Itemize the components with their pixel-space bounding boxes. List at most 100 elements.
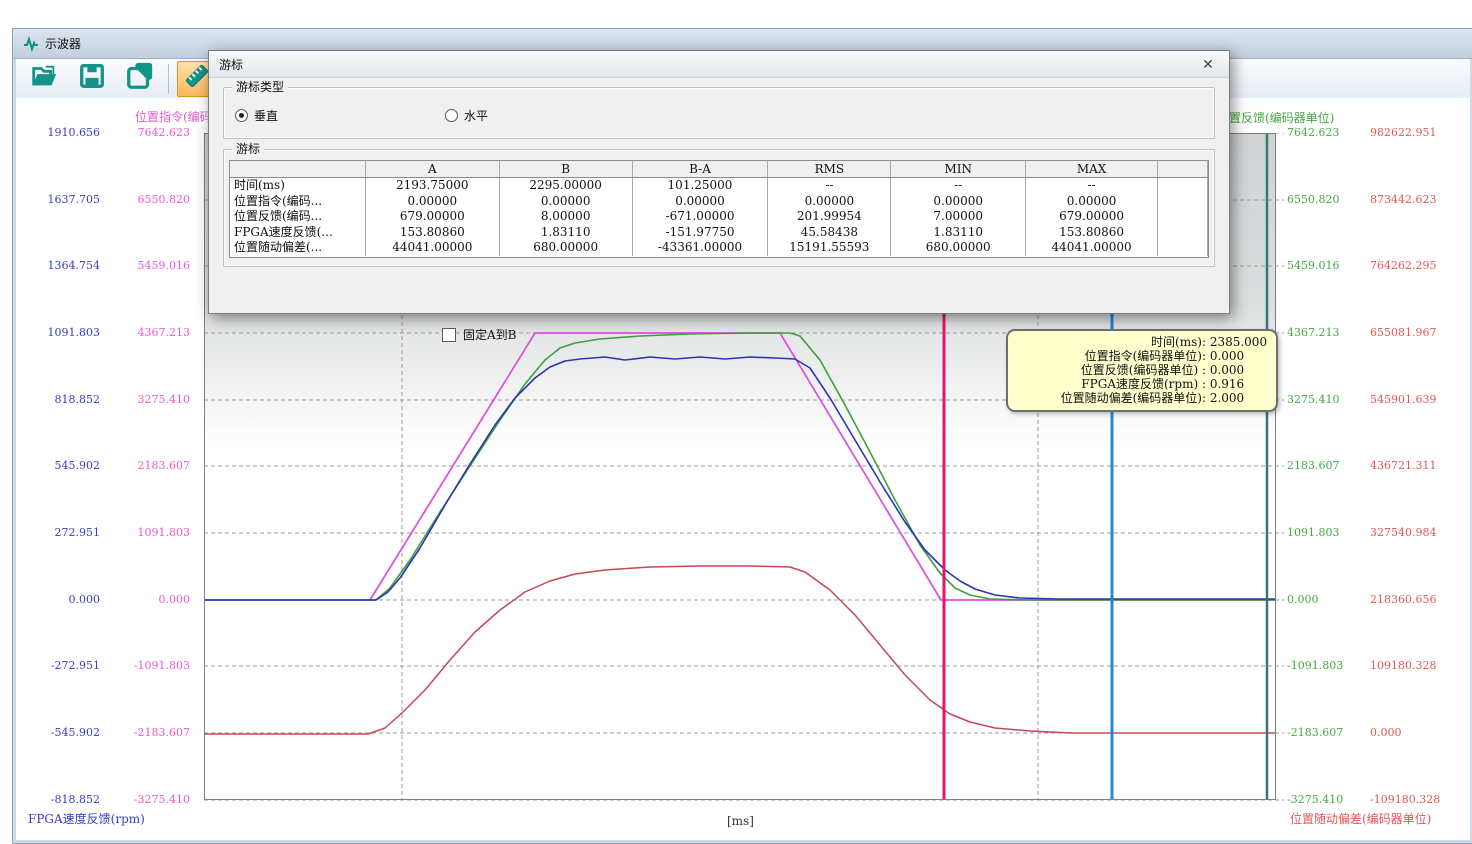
window-title: 示波器 bbox=[45, 35, 81, 52]
table-cell: -- bbox=[768, 178, 891, 194]
tooltip-label: 时间(ms): bbox=[1014, 335, 1206, 349]
table-cell bbox=[1158, 225, 1208, 241]
app-icon bbox=[23, 36, 39, 52]
table-cell bbox=[1158, 194, 1208, 210]
table-cell: 0.00000 bbox=[768, 194, 891, 210]
table-row: 时间(ms)2193.750002295.00000101.25000-----… bbox=[230, 178, 1208, 194]
dialog-title: 游标 bbox=[219, 56, 243, 73]
cursor-type-groupbox: 游标类型 垂直 水平 bbox=[223, 87, 1215, 139]
table-cell: 679.00000 bbox=[1026, 209, 1158, 225]
table-header-cell: RMS bbox=[768, 161, 891, 178]
tick-pos-cmd: 1091.803 bbox=[108, 526, 190, 540]
table-header-cell: B bbox=[500, 161, 633, 178]
tick-pos-err: 655081.967 bbox=[1370, 326, 1465, 340]
radio-vertical[interactable]: 垂直 bbox=[235, 107, 278, 124]
cursor-group-label: 游标 bbox=[232, 142, 264, 157]
table-cell: 201.99954 bbox=[768, 209, 891, 225]
dialog-close-button[interactable]: ✕ bbox=[1197, 54, 1219, 74]
table-cell: -- bbox=[1026, 178, 1158, 194]
table-cell: 101.25000 bbox=[633, 178, 769, 194]
table-cell: 7.00000 bbox=[891, 209, 1026, 225]
tick-pos-cmd: 3275.410 bbox=[108, 393, 190, 407]
tick-fpga-speed: 0.000 bbox=[20, 593, 100, 607]
table-cell: -43361.00000 bbox=[633, 240, 769, 256]
tick-pos-err: 0.000 bbox=[1370, 726, 1465, 740]
table-cell bbox=[1158, 209, 1208, 225]
toolbar-separator bbox=[168, 64, 169, 94]
table-cell: FPGA速度反馈(... bbox=[230, 225, 366, 241]
tick-pos-fb: 0.000 bbox=[1287, 593, 1369, 607]
table-header-cell: MAX bbox=[1026, 161, 1158, 178]
checkbox-label: 固定A到B bbox=[463, 326, 517, 343]
tick-pos-fb: 1091.803 bbox=[1287, 526, 1369, 540]
fix-a-to-b-checkbox[interactable]: 固定A到B bbox=[442, 326, 517, 343]
tooltip-row: 时间(ms): 2385.000 bbox=[1014, 335, 1268, 349]
table-cell: 0.00000 bbox=[500, 194, 633, 210]
tick-pos-fb: -2183.607 bbox=[1287, 726, 1369, 740]
tick-pos-err: -109180.328 bbox=[1370, 793, 1465, 807]
table-cell: 679.00000 bbox=[366, 209, 500, 225]
dialog-titlebar[interactable]: 游标 bbox=[209, 51, 1229, 78]
table-cell: 44041.00000 bbox=[366, 240, 500, 256]
axis-label-pos-err: 位置随动偏差(编码器单位) bbox=[1290, 810, 1431, 827]
checkbox-box bbox=[442, 328, 456, 342]
snapshot-button[interactable] bbox=[120, 61, 160, 97]
tick-pos-cmd: 2183.607 bbox=[108, 459, 190, 473]
table-cell: -671.00000 bbox=[633, 209, 769, 225]
tick-pos-cmd: 0.000 bbox=[108, 593, 190, 607]
tooltip-row: 位置随动偏差(编码器单位): 2.000 bbox=[1014, 391, 1268, 405]
table-header-row: ABB-ARMSMINMAX bbox=[230, 161, 1208, 178]
table-cell: 0.00000 bbox=[633, 194, 769, 210]
table-cell: 680.00000 bbox=[891, 240, 1026, 256]
tooltip-row: 位置指令(编码器单位): 0.000 bbox=[1014, 349, 1268, 363]
tick-pos-err: 545901.639 bbox=[1370, 393, 1465, 407]
table-cell: 位置指令(编码... bbox=[230, 194, 366, 210]
open-file-button[interactable] bbox=[24, 61, 64, 97]
table-cell: 0.00000 bbox=[366, 194, 500, 210]
save-button[interactable] bbox=[72, 61, 112, 97]
radio-horizontal-label: 水平 bbox=[464, 107, 488, 124]
tick-pos-err: 109180.328 bbox=[1370, 659, 1465, 673]
table-header-cell: MIN bbox=[891, 161, 1026, 178]
tick-pos-fb: 5459.016 bbox=[1287, 259, 1369, 273]
table-cell: 2193.75000 bbox=[366, 178, 500, 194]
table-cell: 0.00000 bbox=[1026, 194, 1158, 210]
radio-horizontal[interactable]: 水平 bbox=[445, 107, 488, 124]
table-header-cell: B-A bbox=[633, 161, 769, 178]
radio-vertical-circle bbox=[235, 109, 248, 122]
axis-label-fpga-speed: FPGA速度反馈(rpm) bbox=[28, 810, 145, 827]
tooltip-value: 0.916 bbox=[1206, 377, 1268, 391]
table-row: FPGA速度反馈(...153.808601.83110-151.9775045… bbox=[230, 225, 1208, 241]
tick-pos-fb: 6550.820 bbox=[1287, 193, 1369, 207]
table-cell bbox=[1158, 178, 1208, 194]
tick-fpga-speed: 1910.656 bbox=[20, 126, 100, 140]
tick-fpga-speed: 1637.705 bbox=[20, 193, 100, 207]
table-cell: 时间(ms) bbox=[230, 178, 366, 194]
tooltip-value: 0.000 bbox=[1206, 363, 1268, 377]
tick-pos-err: 218360.656 bbox=[1370, 593, 1465, 607]
table-cell: -151.97750 bbox=[633, 225, 769, 241]
table-cell: 153.80860 bbox=[366, 225, 500, 241]
tick-pos-cmd: -2183.607 bbox=[108, 726, 190, 740]
copy-window-icon bbox=[125, 61, 155, 96]
tick-pos-cmd: 5459.016 bbox=[108, 259, 190, 273]
tick-pos-cmd: -3275.410 bbox=[108, 793, 190, 807]
tick-fpga-speed: 545.902 bbox=[20, 459, 100, 473]
tick-pos-cmd: -1091.803 bbox=[108, 659, 190, 673]
table-cell: 位置随动偏差(... bbox=[230, 240, 366, 256]
table-row: 位置反馈(编码...679.000008.00000-671.00000201.… bbox=[230, 209, 1208, 225]
data-tooltip: 时间(ms): 2385.000位置指令(编码器单位): 0.000位置反馈(编… bbox=[1006, 329, 1278, 412]
tick-fpga-speed: -272.951 bbox=[20, 659, 100, 673]
table-header-cell: A bbox=[366, 161, 500, 178]
table-cell: 2295.00000 bbox=[500, 178, 633, 194]
table-cell: 15191.55593 bbox=[768, 240, 891, 256]
tick-fpga-speed: 272.951 bbox=[20, 526, 100, 540]
tick-fpga-speed: -818.852 bbox=[20, 793, 100, 807]
tooltip-value: 2385.000 bbox=[1206, 335, 1268, 349]
save-icon bbox=[77, 61, 107, 96]
cursor-type-group-label: 游标类型 bbox=[232, 80, 288, 95]
table-cell: 680.00000 bbox=[500, 240, 633, 256]
table-cell: 44041.00000 bbox=[1026, 240, 1158, 256]
axis-label-pos-fb: 位置反馈(编码器单位) bbox=[1217, 109, 1334, 126]
cursor-table[interactable]: ABB-ARMSMINMAX时间(ms)2193.750002295.00000… bbox=[229, 160, 1209, 258]
